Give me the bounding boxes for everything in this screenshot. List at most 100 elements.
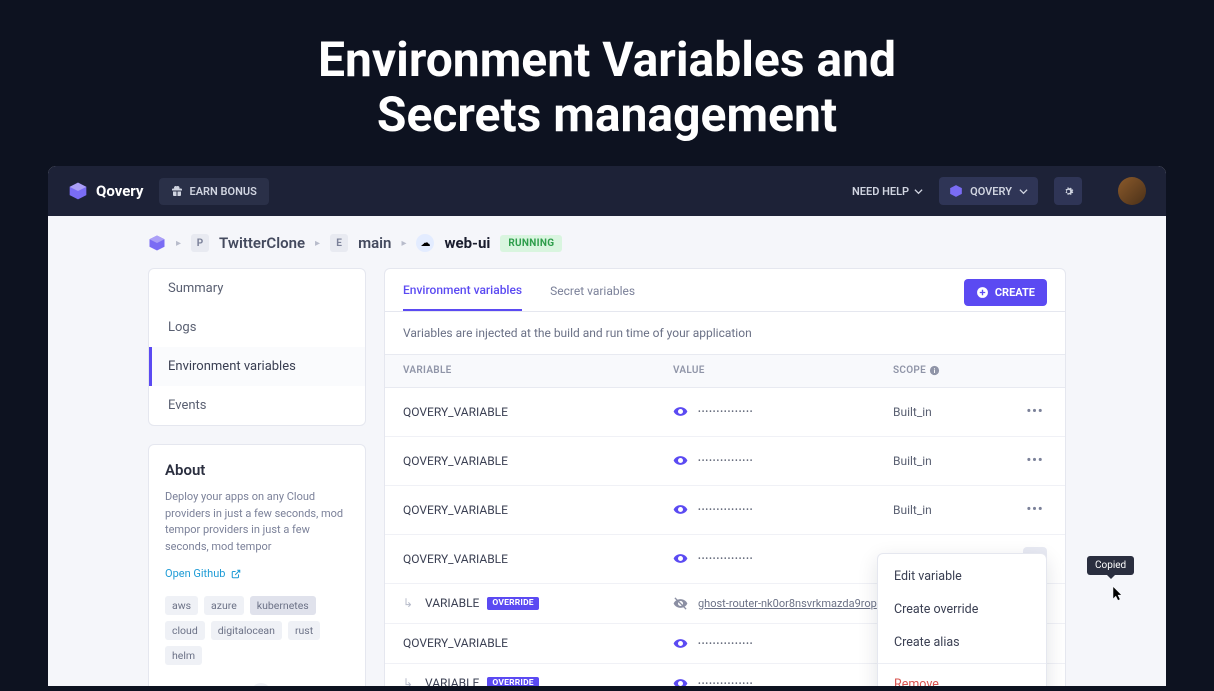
- table-row: QOVERY_VARIABLE ••••••••••••••• Built_in…: [385, 388, 1065, 437]
- variable-name: QOVERY_VARIABLE: [403, 552, 673, 566]
- nav-summary[interactable]: Summary: [149, 269, 365, 308]
- eye-icon[interactable]: [673, 551, 688, 566]
- tag[interactable]: kubernetes: [250, 596, 316, 615]
- table-header: VARIABLE VALUE SCOPEi: [385, 354, 1065, 387]
- cursor-icon: [1113, 587, 1124, 601]
- row-actions-button[interactable]: •••: [1023, 400, 1047, 424]
- panel-tabs: Environment variables Secret variables C…: [385, 269, 1065, 312]
- eye-icon[interactable]: [673, 453, 688, 468]
- plus-circle-icon: [976, 286, 989, 299]
- about-title: About: [165, 461, 349, 479]
- variable-name: VARIABLE: [425, 676, 479, 686]
- override-badge: OVERRIDE: [487, 677, 538, 687]
- chevron-down-icon: [1019, 187, 1028, 196]
- masked-value: •••••••••••••••: [698, 639, 754, 648]
- menu-create-alias[interactable]: Create alias: [878, 626, 1046, 659]
- earn-bonus-button[interactable]: EARN BONUS: [159, 178, 268, 205]
- workspace-icon: [949, 184, 963, 198]
- masked-value: •••••••••••••••: [698, 407, 754, 416]
- menu-create-override[interactable]: Create override: [878, 593, 1046, 626]
- breadcrumb-service[interactable]: web-ui: [444, 234, 490, 252]
- project-badge: P: [191, 234, 209, 252]
- workspace-selector[interactable]: QOVERY: [939, 177, 1038, 205]
- tag[interactable]: helm: [165, 646, 202, 665]
- content-area: ▸ P TwitterClone ▸ E main ▸ ☁ web-ui RUN…: [48, 216, 1166, 686]
- masked-value: •••••••••••••••: [698, 456, 754, 465]
- caret-icon: ▸: [176, 238, 181, 249]
- caret-icon: ▸: [315, 238, 320, 249]
- nav-events[interactable]: Events: [149, 386, 365, 425]
- hero-title: Environment Variables andSecrets managem…: [0, 0, 1214, 166]
- gift-icon: [171, 185, 183, 197]
- sidebar: Summary Logs Environment variables Event…: [148, 268, 366, 686]
- contributors-count: 8: [251, 683, 271, 686]
- open-github-link[interactable]: Open Github: [165, 567, 349, 580]
- masked-value: •••••••••••••••: [698, 679, 754, 687]
- qovery-logo-icon: [68, 181, 88, 201]
- tab-secret-variables[interactable]: Secret variables: [550, 284, 635, 310]
- context-menu: Edit variable Create override Create ali…: [877, 553, 1047, 686]
- indent-icon: ↳: [403, 676, 417, 686]
- eye-icon[interactable]: [673, 404, 688, 419]
- eye-icon[interactable]: [673, 502, 688, 517]
- main-panel: Environment variables Secret variables C…: [384, 268, 1066, 686]
- tag[interactable]: rust: [288, 621, 320, 640]
- tag[interactable]: digitalocean: [211, 621, 282, 640]
- tag[interactable]: aws: [165, 596, 198, 615]
- nav-env-vars[interactable]: Environment variables: [149, 347, 365, 386]
- masked-value: •••••••••••••••: [698, 554, 754, 563]
- app-frame: Qovery EARN BONUS NEED HELP QOVERY ▸ P T…: [48, 166, 1166, 686]
- brand-logo[interactable]: Qovery: [68, 181, 143, 201]
- about-card: About Deploy your apps on any Cloud prov…: [148, 444, 366, 686]
- need-help-button[interactable]: NEED HELP: [852, 185, 923, 198]
- nav-logs[interactable]: Logs: [149, 308, 365, 347]
- variable-name: VARIABLE: [425, 596, 479, 610]
- tag[interactable]: cloud: [165, 621, 205, 640]
- row-actions-button[interactable]: •••: [1023, 498, 1047, 522]
- masked-value: •••••••••••••••: [698, 505, 754, 514]
- override-badge: OVERRIDE: [487, 597, 538, 610]
- breadcrumb-env[interactable]: main: [358, 234, 391, 252]
- eye-off-icon[interactable]: [673, 596, 688, 611]
- tab-env-variables[interactable]: Environment variables: [403, 283, 522, 311]
- header-value: VALUE: [673, 365, 893, 376]
- user-avatar[interactable]: [1118, 177, 1146, 205]
- breadcrumb-project[interactable]: TwitterClone: [219, 234, 305, 252]
- variable-name: QOVERY_VARIABLE: [403, 636, 673, 650]
- variable-name: QOVERY_VARIABLE: [403, 503, 673, 517]
- copied-tooltip: Copied: [1087, 556, 1134, 575]
- service-icon: ☁: [416, 234, 434, 252]
- env-badge: E: [330, 234, 348, 252]
- variable-scope: Built_in: [893, 454, 1003, 468]
- variable-name: QOVERY_VARIABLE: [403, 454, 673, 468]
- chevron-down-icon: [914, 187, 923, 196]
- create-button[interactable]: CREATE: [964, 279, 1047, 306]
- table-row: QOVERY_VARIABLE ••••••••••••••• Built_in…: [385, 486, 1065, 535]
- variable-name: QOVERY_VARIABLE: [403, 405, 673, 419]
- info-icon[interactable]: i: [929, 365, 940, 376]
- brand-name: Qovery: [96, 182, 143, 200]
- menu-edit-variable[interactable]: Edit variable: [878, 560, 1046, 593]
- variable-scope: Built_in: [893, 405, 1003, 419]
- caret-icon: ▸: [401, 238, 406, 249]
- status-badge: RUNNING: [500, 235, 562, 252]
- row-actions-button[interactable]: •••: [1023, 449, 1047, 473]
- eye-icon[interactable]: [673, 676, 688, 687]
- tag[interactable]: azure: [204, 596, 244, 615]
- contributors-label: Contributors: [165, 685, 243, 686]
- table-row: QOVERY_VARIABLE ••••••••••••••• Built_in…: [385, 437, 1065, 486]
- org-icon[interactable]: [148, 234, 166, 252]
- settings-button[interactable]: [1054, 177, 1082, 205]
- gear-icon: [1062, 185, 1075, 198]
- menu-remove[interactable]: Remove: [878, 668, 1046, 686]
- tags-list: aws azure kubernetes cloud digitalocean …: [165, 596, 349, 665]
- revealed-value[interactable]: ghost-router-nk0or8nsvrkmazda9rop: [698, 597, 877, 610]
- header-variable: VARIABLE: [403, 365, 673, 376]
- variable-scope: Built_in: [893, 503, 1003, 517]
- menu-separator: [878, 663, 1046, 664]
- indent-icon: ↳: [403, 596, 417, 610]
- header-scope: SCOPEi: [893, 365, 1003, 376]
- eye-icon[interactable]: [673, 636, 688, 651]
- topbar: Qovery EARN BONUS NEED HELP QOVERY: [48, 166, 1166, 216]
- panel-description: Variables are injected at the build and …: [385, 312, 1065, 354]
